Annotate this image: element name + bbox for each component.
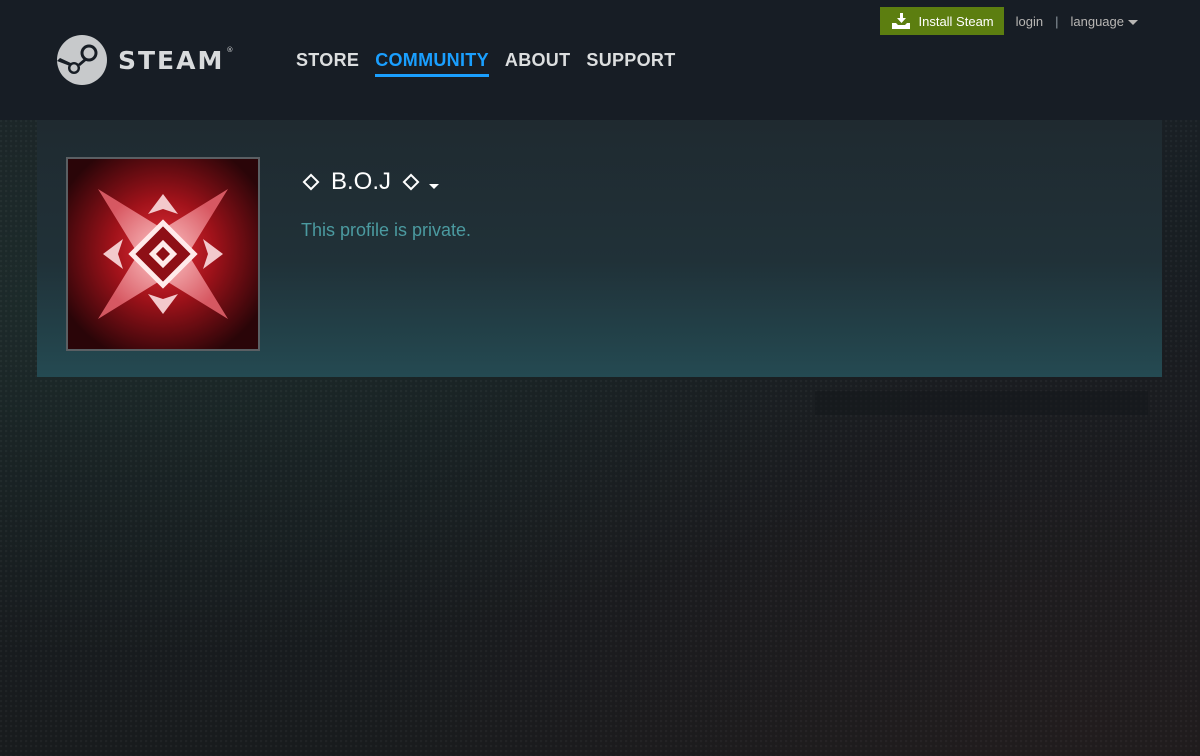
language-label: language (1070, 13, 1125, 29)
steam-logo-icon (57, 35, 107, 85)
header-separator: | (1055, 13, 1059, 29)
private-profile-message: This profile is private. (301, 220, 472, 240)
persona-name-dropdown[interactable]: B.O.J (301, 168, 440, 196)
install-download-icon (892, 13, 911, 29)
install-steam-button[interactable]: Install Steam (880, 7, 1004, 35)
persona-name: B.O.J (331, 168, 392, 195)
diamond-icon (402, 173, 420, 191)
nav-about[interactable]: ABOUT (505, 50, 571, 77)
global-header: STEAM ® STORE COMMUNITY ABOUT SUPPORT Ins… (0, 0, 1200, 120)
install-steam-label: Install Steam (918, 13, 994, 29)
profile-avatar[interactable] (66, 157, 260, 351)
profile-header: B.O.J This profile is private. (37, 120, 1162, 377)
nav-community[interactable]: COMMUNITY (375, 50, 489, 77)
profile-shadow-panel (815, 391, 1148, 415)
page: STEAM ® STORE COMMUNITY ABOUT SUPPORT Ins… (0, 0, 1200, 756)
chevron-down-icon (1128, 19, 1138, 25)
nav-support[interactable]: SUPPORT (586, 50, 675, 77)
main-nav: STORE COMMUNITY ABOUT SUPPORT (296, 50, 676, 77)
steam-wordmark: STEAM ® (118, 45, 234, 75)
avatar-image (68, 159, 258, 349)
global-actions: Install Steam login | language (880, 7, 1138, 35)
chevron-down-icon (429, 183, 440, 189)
language-dropdown[interactable]: language (1070, 13, 1138, 29)
steam-logo[interactable]: STEAM ® (56, 34, 234, 86)
nav-store[interactable]: STORE (296, 50, 359, 77)
diamond-icon (302, 173, 320, 191)
login-link[interactable]: login (1016, 14, 1043, 29)
